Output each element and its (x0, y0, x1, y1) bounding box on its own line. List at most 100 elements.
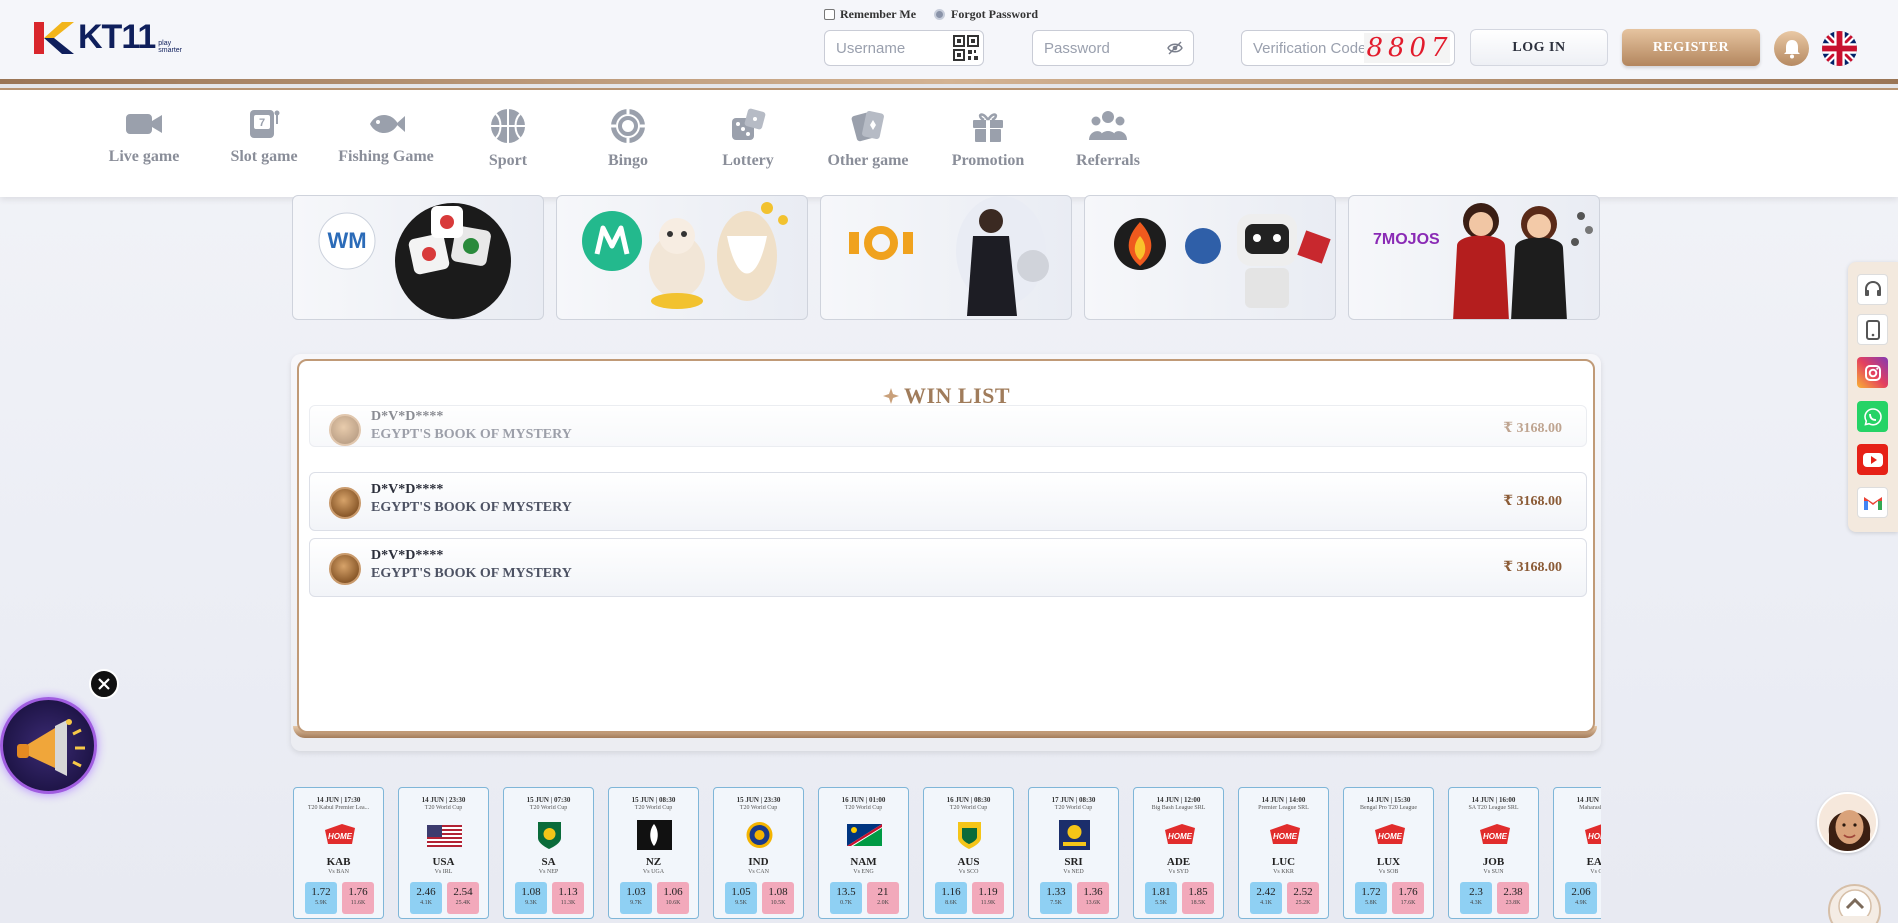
match-card[interactable]: 15 JUN | 07:30 T20 World Cup SA Vs NEP 1.08 9… (503, 787, 594, 919)
odds-size: 9.7K (630, 900, 642, 906)
match-card[interactable]: 16 JUN | 01:00 T20 World Cup NAM Vs ENG 13.5… (818, 787, 909, 919)
back-odds-button[interactable]: 2.06 4.9K (1565, 882, 1597, 914)
nav-live-game[interactable]: Live game (89, 108, 199, 166)
odds-value: 1.81 (1151, 886, 1171, 898)
team-code: LUC (1271, 856, 1296, 868)
provider-card-7mojos[interactable]: 7MOJOS (1348, 195, 1600, 320)
odds-value: 1.13 (558, 886, 578, 898)
forgot-password-link[interactable]: Forgot Password (934, 7, 1038, 22)
provider-card-wm[interactable]: WM (292, 195, 544, 320)
lay-odds-button[interactable]: 2.38 23.8K (1497, 882, 1529, 914)
match-card[interactable]: 14 JUN | 17:30 T20 Kabul Premier Lea... HO… (293, 787, 384, 919)
instagram-icon[interactable] (1857, 357, 1888, 388)
nav-referrals[interactable]: Referrals (1053, 108, 1163, 170)
notification-bell-icon[interactable] (1774, 31, 1809, 66)
nav-bingo[interactable]: Bingo (573, 108, 683, 170)
team-logo-icon: HOME (1477, 820, 1512, 850)
match-card[interactable]: 14 JUN | 16:00 SA T20 League SRL HOME JOB Vs… (1448, 787, 1539, 919)
remember-me-checkbox[interactable]: Remember Me (824, 7, 916, 22)
lay-odds-button[interactable]: 2.52 25.2K (1287, 882, 1319, 914)
close-promo-button[interactable] (89, 669, 119, 699)
lay-odds-button[interactable]: 1.76 17.6K (1392, 882, 1424, 914)
match-league: T20 World Cup (634, 805, 673, 811)
back-odds-button[interactable]: 1.33 7.5K (1040, 882, 1072, 914)
back-odds-button[interactable]: 1.72 5.9K (305, 882, 337, 914)
game-name: EGYPT'S BOOK OF MYSTERY (371, 427, 572, 442)
match-card[interactable]: 14 JUN | 12:00 Big Bash League SRL HOME ADE… (1133, 787, 1224, 919)
lay-odds-button[interactable]: 1.19 11.9K (972, 882, 1004, 914)
sparkle-icon (882, 388, 899, 404)
nav-other-game[interactable]: Other game (813, 108, 923, 170)
match-league: Maharashtra P... (1579, 805, 1601, 811)
back-odds-button[interactable]: 1.81 5.5K (1145, 882, 1177, 914)
qr-code-icon[interactable] (953, 35, 979, 61)
provider-card-fire[interactable] (1084, 195, 1336, 320)
provider-card-microgaming[interactable] (556, 195, 808, 320)
megaphone-promo-icon[interactable] (0, 697, 97, 794)
login-button[interactable]: LOG IN (1470, 29, 1608, 66)
lay-odds-button[interactable]: 1.13 11.3K (552, 882, 584, 914)
match-card[interactable]: 14 JUN | 14:00 Premier League SRL HOME LUC V… (1238, 787, 1329, 919)
nav-promotion[interactable]: Promotion (933, 108, 1043, 170)
kt11-logo[interactable]: KT11 play smarter (32, 18, 182, 57)
scroll-to-top-button[interactable] (1828, 884, 1881, 923)
nav-slot-game[interactable]: 7 Slot game (209, 108, 319, 166)
lay-odds-button[interactable]: 1.36 13.6K (1077, 882, 1109, 914)
lay-odds-button[interactable]: 1.76 11.6K (342, 882, 374, 914)
winner-name: D*V*D**** (371, 409, 444, 424)
match-card[interactable]: 14 JUN | 15:30 Bengal Pro T20 League HOME L… (1343, 787, 1434, 919)
lay-odds-button[interactable]: 2.54 25.4K (447, 882, 479, 914)
nav-lottery[interactable]: Lottery (693, 108, 803, 170)
lay-odds-button[interactable]: 21 2.0K (867, 882, 899, 914)
match-card[interactable]: 14 JUN | 18:00Maharashtra P... HOME EAGVs … (1553, 787, 1601, 919)
support-agent-avatar[interactable] (1817, 792, 1878, 853)
match-date: 16 JUN | 08:30 (946, 796, 991, 804)
back-odds-button[interactable]: 1.72 5.8K (1355, 882, 1387, 914)
back-odds-button[interactable]: 1.03 9.7K (620, 882, 652, 914)
odds-value: 1.36 (1083, 886, 1103, 898)
back-odds-button[interactable]: 1.05 9.5K (725, 882, 757, 914)
lay-odds-button[interactable]: 1.85 18.5K (1182, 882, 1214, 914)
match-card[interactable]: 14 JUN | 23:30 T20 World Cup USA Vs IRL 2.46… (398, 787, 489, 919)
password-field[interactable]: Password (1032, 30, 1194, 66)
back-odds-button[interactable]: 1.08 9.3K (515, 882, 547, 914)
odds-size: 4.9K (1575, 900, 1587, 906)
back-odds-button[interactable]: 1.16 8.6K (935, 882, 967, 914)
verification-code-field[interactable]: Verification Code 8 8 0 7 (1241, 30, 1455, 66)
nav-sport[interactable]: Sport (453, 108, 563, 170)
match-league: T20 World Cup (529, 805, 568, 811)
odds-value: 1.76 (348, 886, 368, 898)
back-odds-button[interactable]: 2.46 4.1K (410, 882, 442, 914)
youtube-icon[interactable] (1857, 444, 1888, 475)
gmail-icon[interactable] (1857, 487, 1888, 518)
captcha-image[interactable]: 8 8 0 7 (1364, 33, 1450, 63)
register-button[interactable]: REGISTER (1622, 29, 1760, 66)
lay-odds-button[interactable]: 1.08 10.5K (762, 882, 794, 914)
match-card[interactable]: 15 JUN | 08:30 T20 World Cup NZ Vs UGA 1.03 9… (608, 787, 699, 919)
odds-value: 1.85 (1188, 886, 1208, 898)
eye-slash-icon[interactable] (1167, 41, 1183, 55)
username-field[interactable]: Username (824, 30, 984, 66)
odds-value: 2.38 (1503, 886, 1523, 898)
uk-flag-language-icon[interactable] (1822, 31, 1857, 66)
back-odds-button[interactable]: 13.5 0.7K (830, 882, 862, 914)
odds-value: 13.5 (836, 886, 856, 898)
match-card[interactable]: 16 JUN | 08:30 T20 World Cup AUS Vs SCO 1.16… (923, 787, 1014, 919)
back-odds-button[interactable]: 2.3 4.3K (1460, 882, 1492, 914)
dice-icon (732, 108, 766, 140)
lay-odds-button[interactable]: 1.06 10.6K (657, 882, 689, 914)
opponent: Vs SOB (1378, 869, 1399, 875)
match-card[interactable]: 15 JUN | 23:30 T20 World Cup IND Vs CAN 1.05… (713, 787, 804, 919)
people-icon (1089, 111, 1127, 140)
svg-text:HOME: HOME (1483, 832, 1508, 841)
nav-fishing-game[interactable]: Fishing Game (331, 108, 441, 166)
headset-icon[interactable] (1857, 274, 1888, 305)
match-card[interactable]: 17 JUN | 08:30 T20 World Cup SRI Vs NED 1.33… (1028, 787, 1119, 919)
provider-card-101[interactable] (820, 195, 1072, 320)
back-odds-button[interactable]: 2.42 4.1K (1250, 882, 1282, 914)
win-list-row: D*V*D**** EGYPT'S BOOK OF MYSTERY ₹ 3168… (309, 405, 1587, 447)
phone-icon[interactable] (1857, 314, 1888, 345)
whatsapp-icon[interactable] (1857, 401, 1888, 432)
odds-value: 21 (877, 886, 889, 898)
match-league: T20 World Cup (739, 805, 778, 811)
